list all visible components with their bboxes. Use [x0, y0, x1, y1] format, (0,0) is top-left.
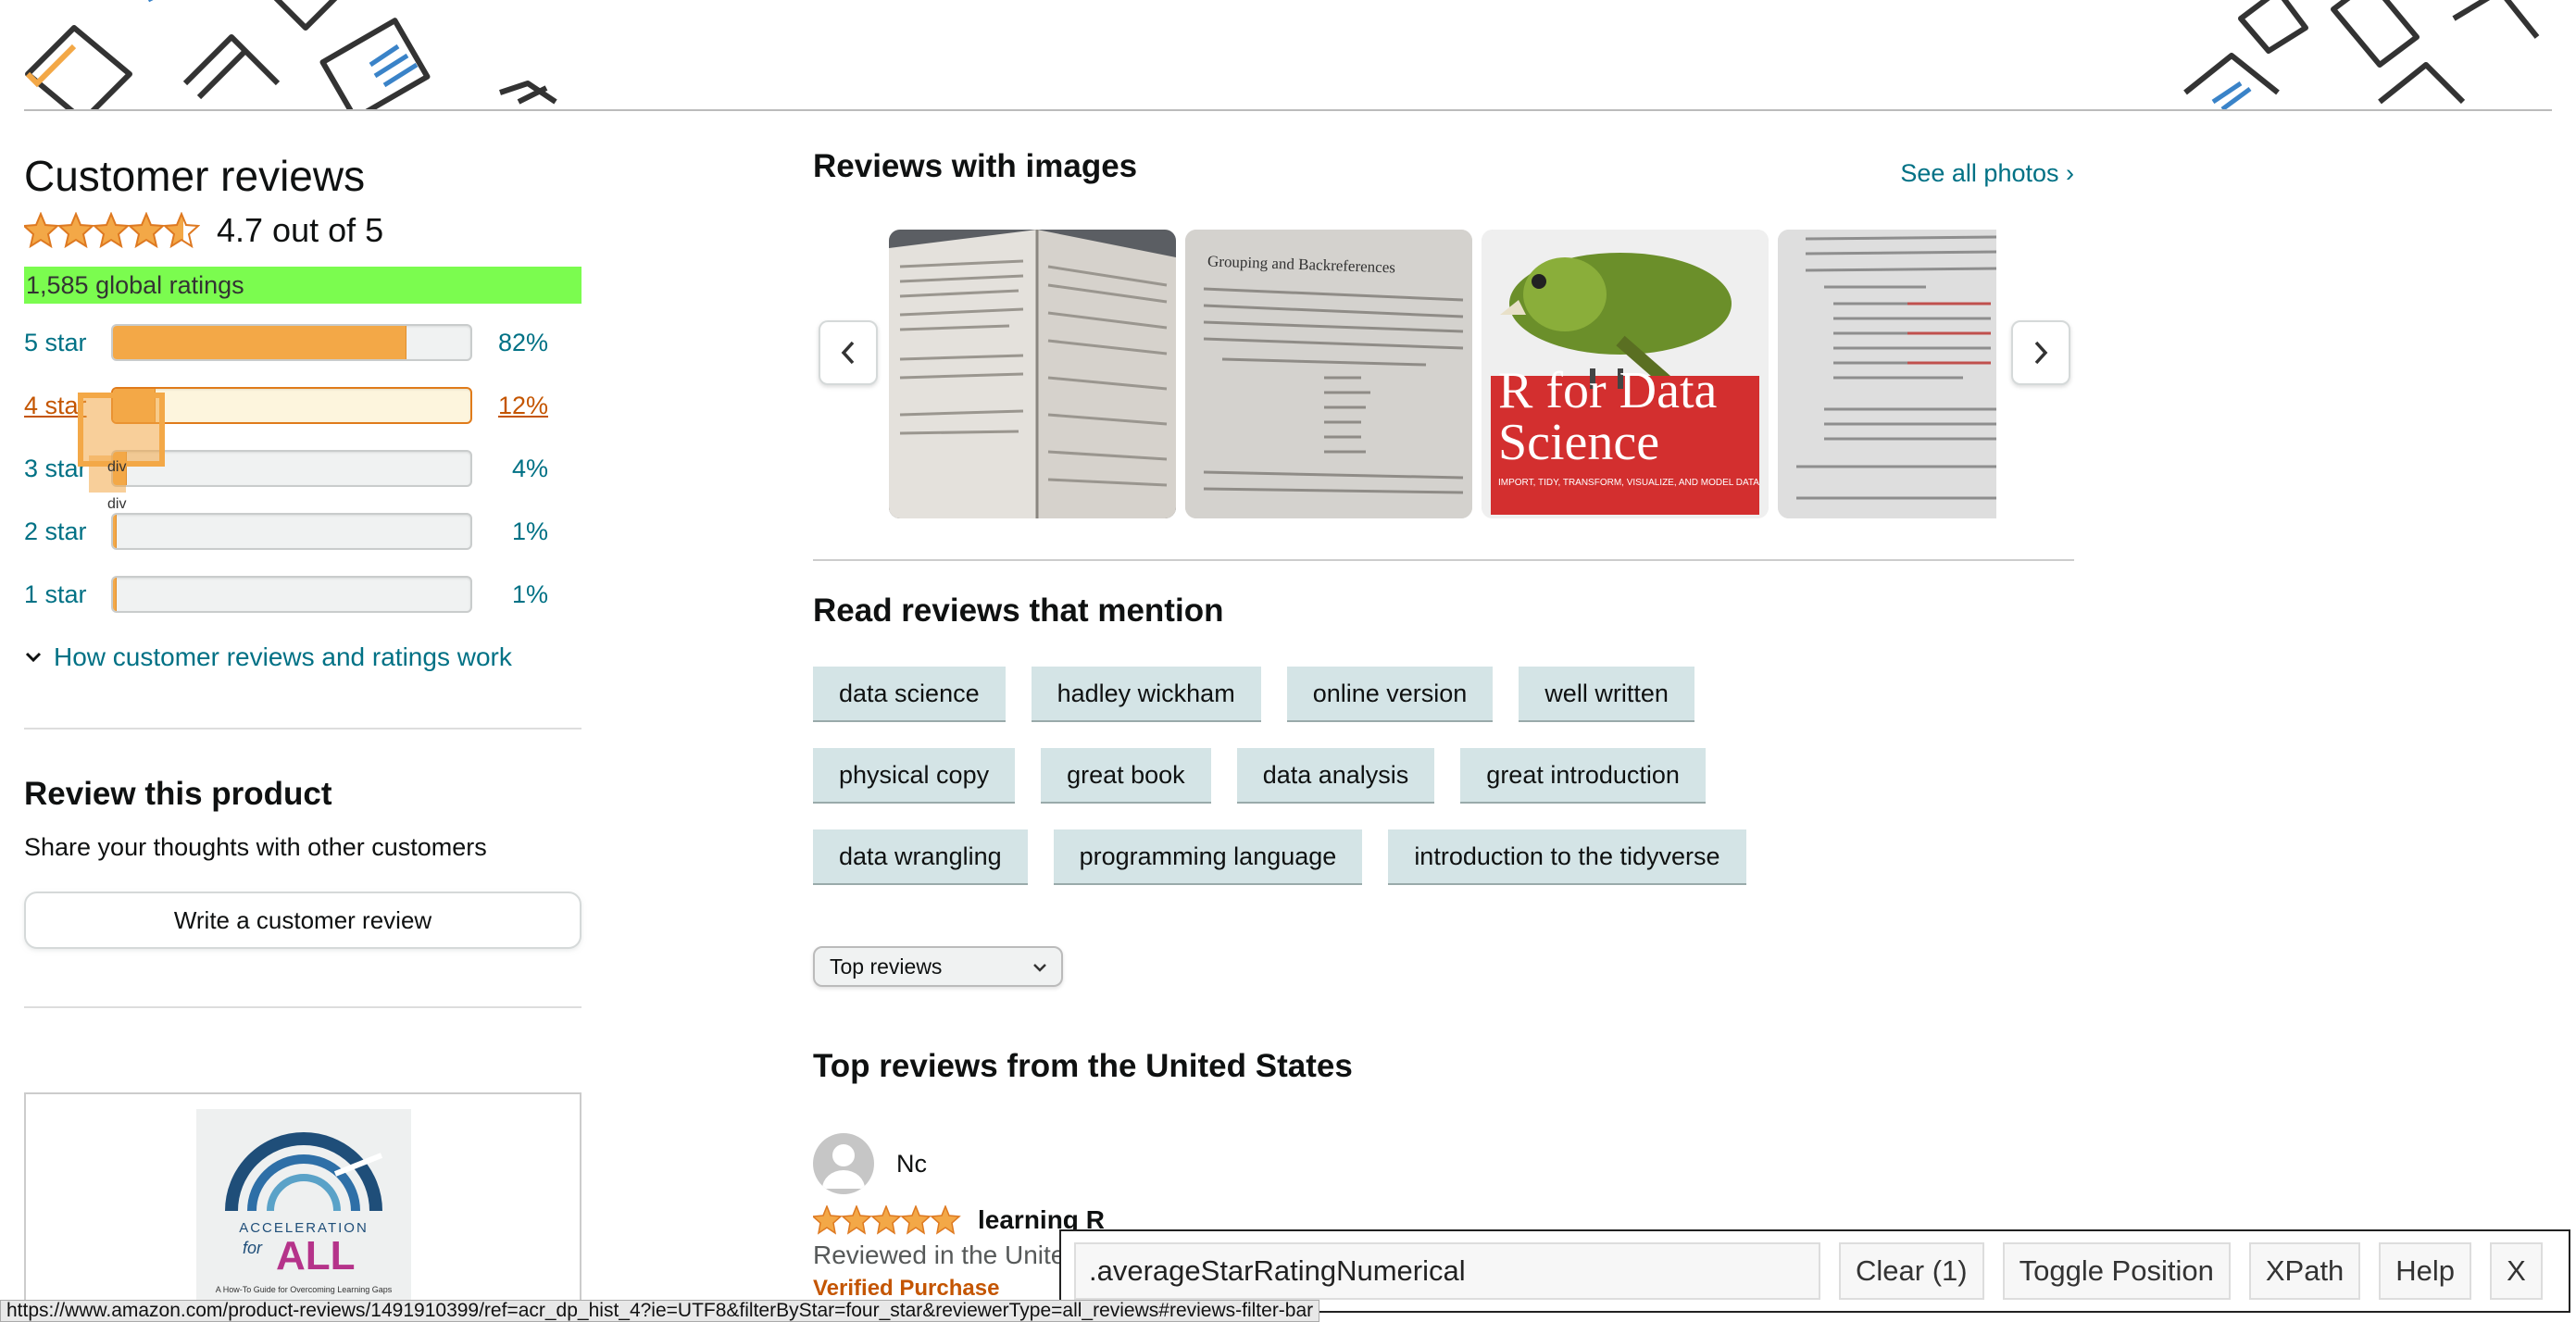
image-carousel: Grouping and Backreferences R for Data S…: [813, 230, 2074, 518]
avatar[interactable]: [813, 1133, 874, 1194]
mention-chip[interactable]: great book: [1041, 748, 1211, 804]
books-decoration-left-icon: [25, 0, 557, 111]
histogram-fill: [113, 326, 406, 359]
books-decoration-right-icon: [2183, 0, 2540, 111]
banner-divider: [24, 109, 2552, 111]
mention-chip[interactable]: data science: [813, 667, 1006, 722]
css-selector-input[interactable]: .averageStarRatingNumerical: [1074, 1242, 1820, 1300]
open-book-photo-icon: [889, 230, 1176, 518]
histogram-percent[interactable]: 1%: [478, 518, 548, 546]
histogram-percent[interactable]: 4%: [478, 455, 548, 483]
customer-reviews-heading: Customer reviews: [24, 152, 366, 200]
review-image-4[interactable]: [1778, 230, 1996, 518]
clear-button[interactable]: Clear (1): [1839, 1242, 1984, 1300]
sponsored-ad[interactable]: ACCELERATION for ALL A How-To Guide for …: [24, 1092, 581, 1322]
histogram-percent[interactable]: 12%: [478, 392, 548, 420]
how-reviews-work-text[interactable]: How customer reviews and ratings work: [54, 642, 512, 672]
mention-chip[interactable]: data wrangling: [813, 829, 1028, 885]
sort-dropdown[interactable]: Top reviews: [813, 946, 1063, 987]
mention-chip[interactable]: introduction to the tidyverse: [1388, 829, 1746, 885]
histogram-bar[interactable]: [111, 576, 472, 613]
help-button[interactable]: Help: [2379, 1242, 2472, 1300]
ad-book-cover[interactable]: ACCELERATION for ALL A How-To Guide for …: [196, 1109, 411, 1322]
reviews-summary: Customer reviews 4.7 out of 5 1,585 glob…: [24, 148, 581, 1008]
mention-chip[interactable]: online version: [1286, 667, 1494, 722]
code-page-photo-icon: [1778, 230, 1996, 518]
mention-chip[interactable]: programming language: [1053, 829, 1363, 885]
histogram-fill: [113, 578, 117, 611]
write-review-button[interactable]: Write a customer review: [24, 892, 581, 949]
cover-title-line2: Science: [1498, 414, 1660, 471]
toggle-position-button[interactable]: Toggle Position: [2002, 1242, 2231, 1300]
review-product-subtext: Share your thoughts with other customers: [24, 833, 487, 861]
review-image-1[interactable]: [889, 230, 1176, 518]
element-tag: div: [107, 459, 127, 475]
ad-title-line4: A How-To Guide for Overcoming Learning G…: [215, 1285, 393, 1294]
average-rating-text: 4.7 out of 5: [217, 211, 384, 249]
histogram-bar[interactable]: [111, 450, 472, 487]
review-product-heading: Review this product: [24, 776, 332, 812]
rainbow-logo-icon: [225, 1132, 383, 1212]
histogram-label[interactable]: 2 star: [24, 518, 111, 546]
mention-chip[interactable]: physical copy: [813, 748, 1016, 804]
chevron-down-icon: [25, 652, 42, 663]
chevron-right-icon: [2034, 341, 2048, 365]
sort-selected-value: Top reviews: [830, 954, 943, 979]
mention-chip[interactable]: hadley wickham: [1031, 667, 1261, 722]
section-divider: [24, 728, 581, 730]
histogram-bar[interactable]: [111, 387, 472, 424]
section-divider: [24, 1006, 581, 1008]
review-image-3[interactable]: R for Data Science IMPORT, TIDY, TRANSFO…: [1482, 230, 1769, 518]
user-silhouette-icon: [822, 1144, 865, 1189]
see-all-photos-link[interactable]: See all photos ›: [1900, 159, 2074, 188]
ad-title-line2: for: [243, 1239, 263, 1257]
reviews-with-images-heading: Reviews with images: [813, 148, 1138, 184]
ad-title-line3: ALL: [276, 1233, 356, 1278]
how-reviews-work-link[interactable]: How customer reviews and ratings work: [24, 642, 581, 672]
chevron-down-icon: [1033, 964, 1046, 972]
carousel-next-button[interactable]: [2011, 320, 2070, 385]
reviewer-name[interactable]: Nc: [896, 1150, 927, 1179]
xpath-button[interactable]: XPath: [2248, 1242, 2361, 1300]
top-reviews-heading: Top reviews from the United States: [813, 1048, 1353, 1084]
read-reviews-mention-heading: Read reviews that mention: [813, 592, 1224, 629]
histogram-bar[interactable]: [111, 513, 472, 550]
cover-subtitle: IMPORT, TIDY, TRANSFORM, VISUALIZE, AND …: [1498, 478, 1759, 488]
five-star-rating-icon[interactable]: [813, 1205, 961, 1235]
histogram-row-5[interactable]: 5 star 82%: [24, 311, 581, 374]
histogram-row-1[interactable]: 1 star 1%: [24, 563, 581, 626]
review-image-2[interactable]: Grouping and Backreferences: [1185, 230, 1472, 518]
close-button[interactable]: X: [2490, 1242, 2543, 1300]
histogram-bar[interactable]: [111, 324, 472, 361]
chip-row: physical copy great book data analysis g…: [813, 748, 2074, 804]
chip-row: data wrangling programming language intr…: [813, 829, 2074, 885]
element-tag: div: [107, 496, 127, 512]
global-ratings-count: 1,585 global ratings: [24, 267, 581, 304]
histogram-percent[interactable]: 82%: [478, 329, 548, 357]
chip-row: data science hadley wickham online versi…: [813, 667, 2074, 722]
histogram-percent[interactable]: 1%: [478, 580, 548, 609]
mention-chip[interactable]: well written: [1519, 667, 1694, 722]
histogram-label[interactable]: 5 star: [24, 329, 111, 357]
review-author[interactable]: Nc: [813, 1133, 2074, 1194]
histogram-label[interactable]: 1 star: [24, 580, 111, 609]
top-banner: [0, 0, 2576, 111]
mention-chips: data science hadley wickham online versi…: [813, 667, 2074, 911]
carousel-prev-button[interactable]: [819, 320, 878, 385]
histogram-fill: [113, 515, 117, 548]
reviews-main: Reviews with images See all photos › Gro…: [813, 148, 2074, 1301]
link-status-bar: https://www.amazon.com/product-reviews/1…: [0, 1300, 1320, 1322]
cover-title-line1: R for Data: [1498, 362, 1718, 419]
star-rating-icon: [24, 212, 200, 249]
mention-chip[interactable]: great introduction: [1460, 748, 1706, 804]
chevron-left-icon: [841, 341, 855, 365]
mention-chip[interactable]: data analysis: [1236, 748, 1435, 804]
section-divider: [813, 559, 2074, 561]
average-rating-row: 4.7 out of 5: [24, 207, 581, 254]
